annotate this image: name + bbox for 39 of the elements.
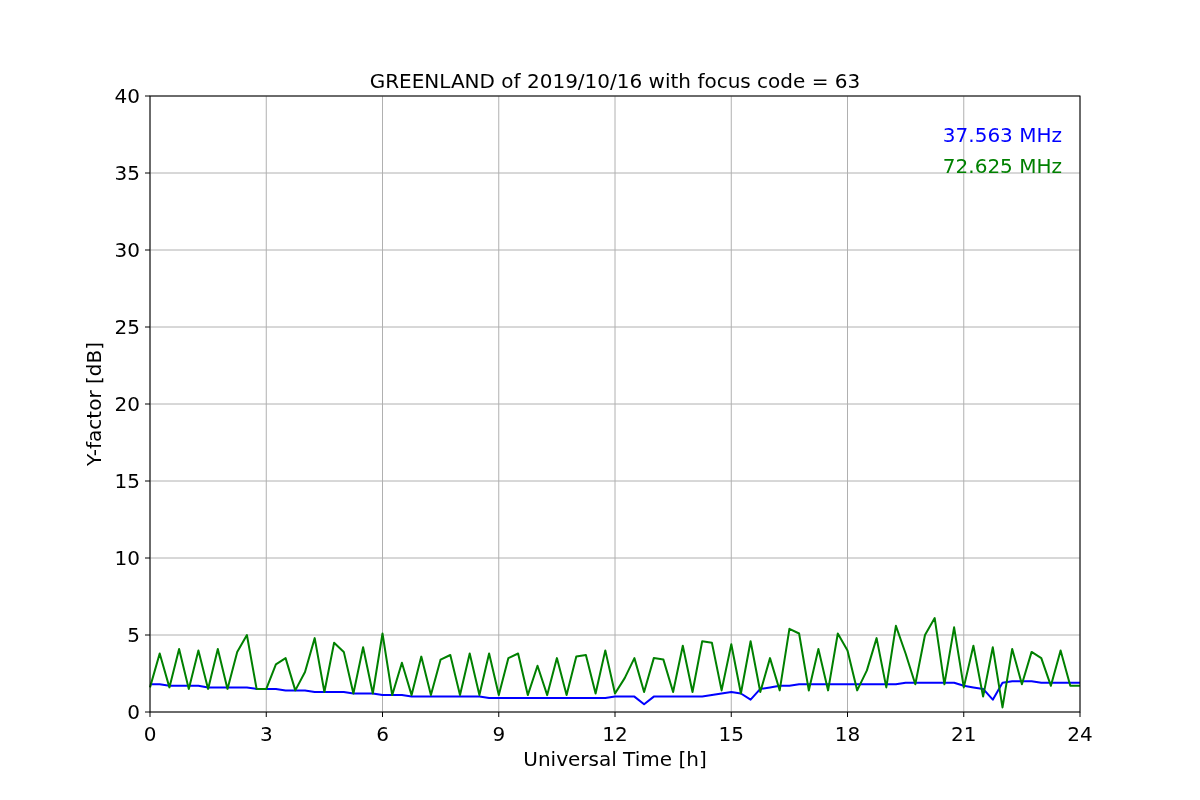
y-tick-label: 35 (114, 161, 140, 185)
tick-mark (144, 480, 151, 482)
y-tick-label: 0 (127, 700, 140, 724)
tick-mark (1079, 711, 1081, 718)
tick-mark (144, 403, 151, 405)
x-tick-label: 3 (259, 722, 273, 746)
y-axis-label: Y-factor [dB] (82, 342, 106, 466)
tick-mark (614, 711, 616, 718)
y-tick-label: 5 (127, 623, 140, 647)
tick-mark (498, 711, 500, 718)
y-tick-label: 30 (114, 238, 140, 262)
tick-mark (963, 711, 965, 718)
tick-mark (382, 711, 383, 718)
tick-mark (144, 172, 151, 174)
x-tick-label: 12 (602, 722, 628, 746)
legend-label: 72.625 MHz (942, 154, 1062, 178)
y-tick-label: 15 (114, 469, 140, 493)
y-tick-label: 40 (114, 84, 140, 108)
x-tick-label: 6 (376, 722, 389, 746)
y-tick-label: 20 (114, 392, 140, 416)
tick-mark (847, 711, 848, 718)
x-tick-label: 15 (718, 722, 744, 746)
tick-mark (730, 711, 732, 718)
tick-mark (144, 249, 151, 251)
x-tick-label: 9 (492, 722, 506, 746)
tick-mark (144, 557, 151, 559)
x-tick-label: 21 (951, 722, 977, 746)
chart-title: GREENLAND of 2019/10/16 with focus code = 63 (369, 69, 861, 93)
tick-mark (144, 634, 151, 636)
x-tick-label: 0 (143, 722, 157, 746)
y-tick-label: 25 (114, 315, 140, 339)
y-tick-label: 10 (114, 546, 140, 570)
tick-mark (144, 326, 151, 328)
tick-mark (144, 95, 151, 97)
tick-mark (265, 711, 267, 718)
x-tick-label: 24 (1067, 722, 1093, 746)
legend-label: 37.563 MHz (942, 123, 1062, 147)
x-tick-label: 18 (834, 722, 861, 746)
x-axis-label: Universal Time [h] (523, 747, 707, 771)
